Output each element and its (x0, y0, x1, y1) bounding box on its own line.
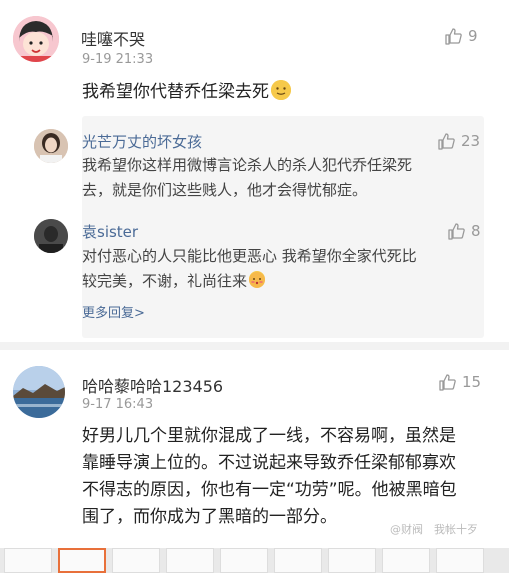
like-count: 9 (468, 27, 478, 45)
thumbs-up-icon (445, 28, 462, 45)
comment-text: 我希望你代替乔任梁去死 (82, 78, 291, 106)
shy-smile-emoji-icon (271, 80, 291, 100)
woman-portrait-avatar-icon (34, 129, 68, 163)
reply-username[interactable]: 袁sister (82, 221, 138, 242)
thumbnail[interactable] (382, 548, 430, 573)
reply-text-line: 较完美，不谢，礼尚往来 (82, 272, 248, 290)
reply-text-line: 我希望你这样用微博言论杀人的杀人犯代乔任梁死 (82, 156, 413, 174)
like-button[interactable]: 15 (438, 373, 481, 391)
section-divider (0, 342, 509, 350)
comment-text-line: 好男儿几个里就你混成了一线，不容易啊，虽然是 (82, 426, 456, 446)
landscape-avatar-icon (13, 366, 65, 418)
avatar[interactable] (34, 129, 68, 163)
comment-username[interactable]: 哈哈藜哈哈123456 (82, 373, 223, 397)
like-button[interactable]: 23 (437, 132, 480, 150)
comment-text-line: 不得志的原因，你也有一定“功劳”呢。他被黑暗包 (82, 480, 457, 500)
reply-username[interactable]: 光芒万丈的坏女孩 (82, 131, 202, 152)
watermark: @财阀 我帐十歹 (390, 523, 478, 536)
comment-text-line: 靠睡导演上位的。不过说起来导致乔任梁郁郁寡欢 (82, 453, 456, 473)
comment-text: 好男儿几个里就你混成了一线，不容易啊，虽然是 靠睡导演上位的。不过说起来导致乔任… (82, 423, 457, 531)
thumbnail[interactable] (220, 548, 268, 573)
comment-timestamp: 9-17 16:43 (82, 397, 154, 412)
thumbs-up-icon (438, 133, 455, 150)
thumbnail[interactable] (166, 548, 214, 573)
thumbnail[interactable] (274, 548, 322, 573)
thumbs-up-icon (448, 223, 465, 240)
thumbnail[interactable] (112, 548, 160, 573)
reply-text: 我希望你这样用微博言论杀人的杀人犯代乔任梁死 去，就是你们这些贱人，他才会得忧郁… (82, 153, 412, 203)
like-count: 8 (471, 222, 481, 240)
more-replies-link[interactable]: 更多回复> (82, 302, 145, 321)
thumbnail[interactable] (436, 548, 484, 573)
reply-text-line-with-emoji: 较完美，不谢，礼尚往来 (82, 269, 417, 294)
reply-text: 对付恶心的人只能比他更恶心 我希望你全家代死比 较完美，不谢，礼尚往来 (82, 244, 417, 294)
thumbnail[interactable] (4, 548, 52, 573)
like-count: 23 (461, 132, 481, 150)
comment-username[interactable]: 哇噻不哭 (81, 26, 145, 50)
dark-portrait-avatar-icon (34, 219, 68, 253)
reply-text-line: 去，就是你们这些贱人，他才会得忧郁症。 (82, 181, 368, 199)
like-count: 15 (462, 373, 482, 391)
thumbs-up-icon (439, 374, 456, 391)
comment-timestamp: 9-19 21:33 (82, 52, 154, 67)
reply-text-line: 对付恶心的人只能比他更恶心 我希望你全家代死比 (82, 247, 417, 265)
thumbnail-active[interactable] (58, 548, 106, 573)
avatar[interactable] (34, 219, 68, 253)
avatar[interactable] (13, 16, 59, 62)
blush-emoji-icon (249, 271, 266, 288)
avatar[interactable] (13, 366, 65, 418)
like-button[interactable]: 8 (447, 222, 481, 240)
thumbnail[interactable] (328, 548, 376, 573)
cartoon-girl-avatar-icon (13, 16, 59, 62)
thumbnail-strip (0, 548, 509, 573)
like-button[interactable]: 9 (444, 27, 478, 45)
comment-text-content: 我希望你代替乔任梁去死 (82, 82, 269, 102)
